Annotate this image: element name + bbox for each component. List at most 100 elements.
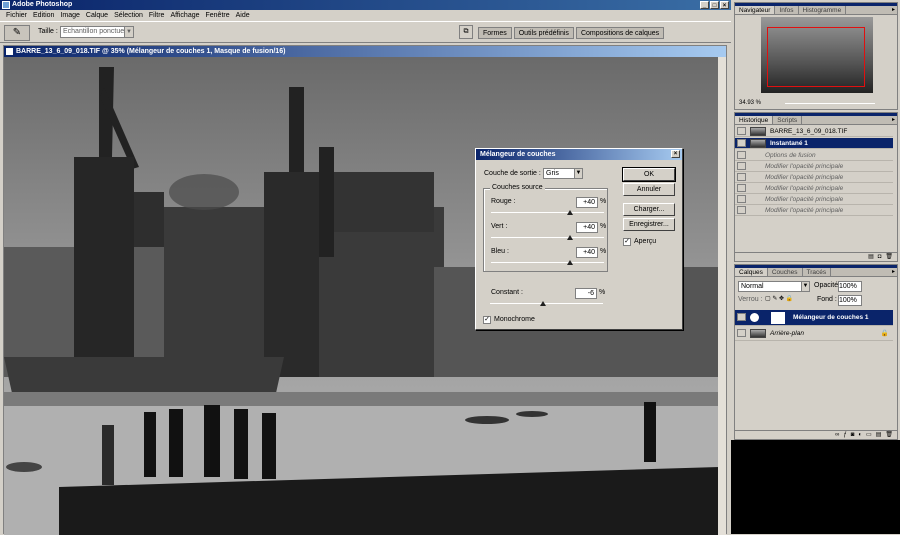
monochrome-checkbox[interactable]: ✓ [483,316,491,324]
lock-label: Verrou : [738,296,763,303]
eyedropper-tool-preset-icon[interactable]: ✎ [4,25,30,41]
cancel-button[interactable]: Annuler [623,183,675,196]
blue-slider-track[interactable] [491,262,604,263]
save-button[interactable]: Enregistrer... [623,218,675,231]
history-step[interactable]: Options de fusion [735,150,893,161]
panel-menu-icon[interactable]: ▸ [892,116,895,125]
preview-checkbox[interactable]: ✓ [623,238,631,246]
layer-mask-thumbnail[interactable] [771,312,785,324]
tab-formes[interactable]: Formes [478,27,512,39]
blue-slider-thumb[interactable] [567,260,574,265]
navigator-zoom[interactable]: 34.93 % [739,100,761,106]
history-step[interactable]: Modifier l'opacité principale [735,183,893,194]
history-snapshot-file[interactable]: BARRE_13_6_09_018.TIF [735,126,893,137]
preview-label: Aperçu [634,238,657,245]
menu-affichage[interactable]: Affichage [167,10,202,21]
new-layer-icon[interactable]: ▤ [876,431,882,439]
layer-row[interactable]: Mélangeur de couches 1 [735,310,893,326]
constant-slider-track[interactable] [490,303,603,304]
green-slider-thumb[interactable] [567,235,574,240]
fill-input[interactable]: 100% [838,295,862,306]
maximize-button[interactable]: □ [710,1,719,9]
menu-edition[interactable]: Edition [30,10,57,21]
mask-icon[interactable]: ◙ [851,431,855,439]
dialog-title: Mélangeur de couches [480,151,556,158]
constant-input[interactable]: -6 [575,288,597,299]
tab-calques[interactable]: Calques [735,268,768,276]
red-input[interactable]: +40 [576,197,598,208]
tab-outils-predefinis[interactable]: Outils prédéfinis [513,27,574,39]
eye-icon[interactable] [737,313,746,321]
lock-icons[interactable]: ▢ ✎ ✥ 🔒 [765,295,793,302]
close-button[interactable]: × [720,1,729,9]
red-slider-thumb[interactable] [567,210,574,215]
menu-aide[interactable]: Aide [233,10,253,21]
tab-navigateur[interactable]: Navigateur [735,6,776,14]
history-source-icon[interactable] [737,139,746,147]
green-input[interactable]: +40 [576,222,598,233]
menu-image[interactable]: Image [57,10,82,21]
history-step[interactable]: Modifier l'opacité principale [735,205,893,216]
history-step[interactable]: Modifier l'opacité principale [735,172,893,183]
constant-label: Constant : [491,289,523,296]
navigator-thumbnail[interactable] [761,17,873,93]
new-group-icon[interactable]: ▭ [866,431,872,439]
layer-style-icon[interactable]: ƒ [843,431,846,439]
history-source-icon[interactable] [737,162,746,170]
adjustment-icon[interactable]: ◐ [858,431,862,439]
history-source-icon[interactable] [737,127,746,135]
output-channel-select[interactable]: Gris ▼ [543,168,583,179]
trash-icon[interactable]: 🗑 [885,253,893,261]
blue-input[interactable]: +40 [576,247,598,258]
menu-fenetre[interactable]: Fenêtre [203,10,233,21]
document-scrollbar[interactable] [718,57,726,535]
menu-fichier[interactable]: Fichier [3,10,30,21]
panel-menu-icon[interactable]: ▸ [892,6,895,15]
trash-icon[interactable]: 🗑 [885,431,893,439]
constant-slider-thumb[interactable] [540,301,547,306]
lock-icon: 🔒 [880,330,889,337]
tab-couches[interactable]: Couches [768,268,803,276]
history-source-icon[interactable] [737,151,746,159]
new-document-icon[interactable]: ▤ [868,253,874,261]
history-source-icon[interactable] [737,206,746,214]
eye-icon[interactable] [737,329,746,337]
load-button[interactable]: Charger... [623,203,675,216]
history-toolbar: ▤ ◘ 🗑 [735,252,897,261]
layer-row[interactable]: Arrière-plan 🔒 [735,327,893,341]
red-slider-track[interactable] [491,212,604,213]
history-source-icon[interactable] [737,184,746,192]
menu-selection[interactable]: Sélection [111,10,146,21]
history-snapshot[interactable]: Instantané 1 [735,138,893,149]
tab-compositions-calques[interactable]: Compositions de calques [575,27,665,39]
output-channel-value: Gris [546,170,559,177]
menu-filtre[interactable]: Filtre [146,10,168,21]
ok-button[interactable]: OK [622,167,676,182]
history-step[interactable]: Modifier l'opacité principale [735,161,893,172]
history-step[interactable]: Modifier l'opacité principale [735,194,893,205]
blend-mode-select[interactable]: Normal ▼ [738,281,810,292]
green-label: Vert : [491,223,508,230]
zoom-slider[interactable] [785,103,875,104]
tab-histogramme[interactable]: Histogramme [799,6,847,14]
tab-traces[interactable]: Tracés [803,268,832,276]
minimize-button[interactable]: _ [700,1,709,9]
tab-scripts[interactable]: Scripts [773,116,803,124]
palette-well-icon[interactable]: ⧉ [459,25,473,39]
navigator-view-box[interactable] [767,27,865,87]
dialog-close-button[interactable]: × [671,150,680,158]
opacity-input[interactable]: 100% [838,281,862,292]
snapshot-icon[interactable]: ◘ [878,253,882,261]
history-source-icon[interactable] [737,195,746,203]
tab-historique[interactable]: Historique [735,116,774,124]
tab-infos[interactable]: Infos [775,6,799,14]
panel-menu-icon[interactable]: ▸ [892,268,895,277]
green-slider-track[interactable] [491,237,604,238]
sample-size-select[interactable]: Echantillon ponctuel ▼ [60,26,134,38]
window-controls: _ □ × [700,1,729,9]
menu-calque[interactable]: Calque [83,10,111,21]
history-source-icon[interactable] [737,173,746,181]
red-percent: % [600,198,607,205]
link-icon[interactable]: ∞ [835,431,839,439]
constant-percent: % [599,289,606,296]
